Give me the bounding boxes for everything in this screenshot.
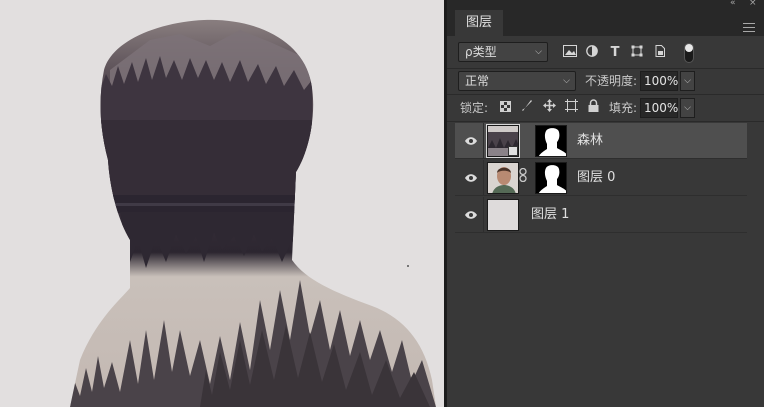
image-filter-icon[interactable]	[561, 45, 579, 61]
document-canvas-area	[0, 0, 446, 407]
panel-title-bar: « ×	[447, 0, 764, 8]
link-icon[interactable]	[519, 167, 527, 189]
adjustment-filter-icon[interactable]	[583, 45, 601, 61]
photoshop-workspace: « × 图层 ρ类型 ⌵ T 正常 ⌵ 不透明度: 100% ⌵ 锁定: 填充:…	[0, 0, 764, 407]
layers-panel: « × 图层 ρ类型 ⌵ T 正常 ⌵ 不透明度: 100% ⌵ 锁定: 填充:…	[446, 0, 764, 407]
panel-tab-bar: 图层	[447, 8, 764, 36]
fill-label: 填充:	[609, 101, 638, 115]
smart-object-badge-icon	[508, 146, 518, 156]
layer-mask-layer-0[interactable]	[535, 162, 567, 194]
filter-kind-select[interactable]: ρ类型 ⌵	[458, 42, 548, 62]
eye-visibility-icon[interactable]	[465, 173, 477, 183]
fill-input[interactable]: 100%	[640, 98, 678, 118]
layer-row-layer-0[interactable]: 图层 0	[455, 160, 747, 196]
filter-kind-label: ρ类型	[465, 45, 497, 59]
eye-visibility-icon[interactable]	[465, 210, 477, 220]
chevron-down-icon: ⌵	[563, 76, 570, 86]
layers-scroll-gutter[interactable]	[747, 123, 764, 407]
layer-thumbnail-forest[interactable]	[486, 124, 520, 158]
toggle-knob	[685, 44, 693, 52]
document-canvas[interactable]	[0, 0, 444, 407]
filter-toggle[interactable]	[684, 43, 694, 63]
blend-mode-label: 正常	[465, 74, 490, 88]
blend-opacity-row: 正常 ⌵ 不透明度: 100% ⌵	[447, 69, 764, 95]
layer-filter-row: ρ类型 ⌵ T	[447, 36, 764, 69]
visibility-column-divider	[483, 123, 484, 159]
layer-thumbnail-layer-0[interactable]	[487, 162, 519, 194]
visibility-column-divider	[483, 160, 484, 196]
close-panel-icon[interactable]: ×	[749, 0, 757, 8]
lock-label: 锁定:	[460, 101, 489, 115]
lock-all-icon[interactable]	[585, 99, 601, 117]
fill-slider-toggle[interactable]: ⌵	[680, 98, 695, 118]
shape-filter-icon[interactable]	[628, 45, 646, 61]
blend-mode-select[interactable]: 正常 ⌵	[458, 71, 576, 91]
double-exposure-artwork	[0, 0, 444, 407]
lock-position-icon[interactable]	[541, 99, 557, 117]
type-filter-icon[interactable]: T	[606, 45, 624, 61]
opacity-label: 不透明度:	[585, 74, 638, 88]
layer-mask-forest[interactable]	[535, 125, 567, 157]
lock-artboard-icon[interactable]	[563, 99, 579, 117]
layer-row-layer-1[interactable]: 图层 1	[455, 197, 747, 233]
collapse-panel-icon[interactable]: «	[730, 0, 736, 8]
layer-name-forest: 森林	[577, 133, 604, 148]
layer-name-layer-1: 图层 1	[531, 207, 570, 222]
lock-image-icon[interactable]	[519, 99, 535, 117]
smart-object-filter-icon[interactable]	[651, 45, 669, 61]
eye-visibility-icon[interactable]	[465, 136, 477, 146]
lock-transparent-icon[interactable]	[497, 99, 513, 117]
opacity-slider-toggle[interactable]: ⌵	[680, 71, 695, 91]
layer-row-forest[interactable]: 森林	[455, 123, 747, 159]
lock-fill-row: 锁定: 填充: 100% ⌵	[447, 95, 764, 122]
visibility-column-divider	[483, 197, 484, 233]
chevron-down-icon: ⌵	[535, 47, 542, 57]
tab-layers[interactable]: 图层	[455, 10, 503, 36]
layer-name-layer-0: 图层 0	[577, 170, 616, 185]
opacity-input[interactable]: 100%	[640, 71, 678, 91]
layer-thumbnail-layer-1[interactable]	[487, 199, 519, 231]
layers-list: 森林 图层 0 图层 1	[447, 123, 747, 407]
panel-menu-icon[interactable]	[743, 23, 755, 33]
